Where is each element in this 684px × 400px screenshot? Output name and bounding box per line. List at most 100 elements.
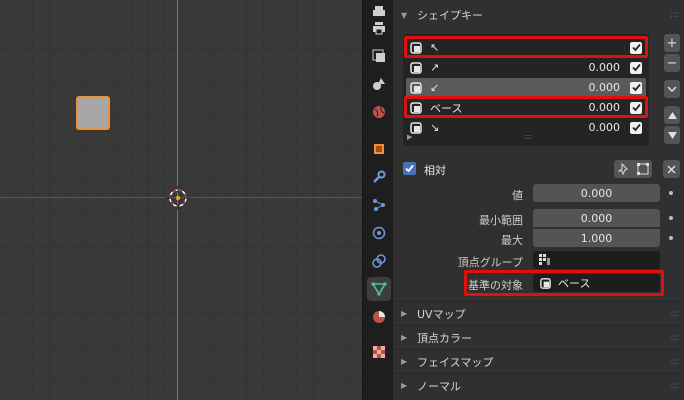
- move-down-button[interactable]: [664, 126, 680, 144]
- tab-scene[interactable]: [367, 72, 391, 96]
- object-square-icon: [374, 144, 384, 154]
- remove-shape-key-button[interactable]: −: [664, 54, 680, 72]
- shape-key-icon: [410, 101, 422, 114]
- max-field[interactable]: 1.000: [533, 229, 660, 247]
- face-maps-title: フェイスマップ: [417, 355, 494, 369]
- uv-maps-title: UVマップ: [417, 307, 466, 321]
- relative-checkbox[interactable]: [403, 162, 416, 175]
- shape-key-name[interactable]: ↙: [430, 81, 560, 94]
- shape-key-checkbox[interactable]: [630, 61, 642, 74]
- range-min-field[interactable]: 0.000: [533, 209, 660, 227]
- relative-label: 相対: [424, 164, 446, 177]
- pin-icon[interactable]: [617, 163, 630, 175]
- shape-key-row-0[interactable]: ↖: [406, 38, 646, 57]
- range-min-label: 最小範囲: [479, 214, 523, 227]
- shape-key-list[interactable]: ↖ ↗ 0.000 ↙ 0.000 ベース 0.000 ↘ 0.000 ▶::…: [403, 34, 649, 146]
- tab-world[interactable]: [367, 100, 391, 124]
- shape-key-value[interactable]: 0.000: [560, 101, 621, 114]
- physics-icon: [372, 226, 386, 240]
- scene-icon: [373, 78, 385, 90]
- expanded-triangle-icon: ▼: [401, 10, 408, 20]
- image-layers-icon: [372, 49, 385, 62]
- 3d-viewport[interactable]: [0, 0, 362, 400]
- collapsed-triangle-icon: ▶: [401, 333, 408, 342]
- shape-key-icon: [540, 277, 551, 289]
- shape-key-icon: [410, 61, 422, 74]
- drag-handle-icon[interactable]: ::::: [670, 381, 679, 391]
- keyframe-dot-icon[interactable]: [669, 191, 673, 195]
- shape-key-checkbox[interactable]: [630, 101, 642, 114]
- shape-keys-title: シェイプキー: [417, 9, 483, 22]
- tab-texture[interactable]: [367, 340, 391, 364]
- close-icon: [667, 165, 676, 173]
- face-maps-header[interactable]: ▶ フェイスマップ ::::: [393, 349, 684, 373]
- selected-mesh-object[interactable]: [76, 96, 110, 130]
- tab-object-data[interactable]: [367, 277, 391, 301]
- shape-key-row-3[interactable]: ベース 0.000: [406, 98, 646, 117]
- triangle-up-icon: [667, 111, 677, 119]
- drag-handle-icon[interactable]: ::::: [670, 309, 679, 319]
- tab-physics[interactable]: [367, 221, 391, 245]
- value-label: 値: [512, 189, 523, 202]
- keyframe-dot-icon[interactable]: [669, 216, 673, 220]
- drag-handle-icon[interactable]: ::::: [670, 10, 679, 20]
- 3d-cursor-icon[interactable]: [166, 186, 190, 210]
- clear-button[interactable]: [663, 160, 680, 178]
- shape-key-checkbox[interactable]: [630, 81, 642, 94]
- shape-key-row-2[interactable]: ↙ 0.000: [406, 78, 646, 97]
- uv-maps-header[interactable]: ▶ UVマップ ::::: [393, 301, 684, 325]
- relative-to-value: ベース: [558, 277, 591, 290]
- shape-key-value[interactable]: 0.000: [560, 121, 621, 134]
- shape-key-checkbox[interactable]: [630, 41, 642, 54]
- shape-key-value[interactable]: 0.000: [560, 81, 621, 94]
- shape-key-name[interactable]: ↖: [430, 41, 560, 54]
- keyframe-dot-icon[interactable]: [669, 236, 673, 240]
- relative-to-field[interactable]: ベース: [533, 274, 660, 292]
- collapsed-triangle-icon: ▶: [401, 309, 408, 318]
- edit-mode-icon[interactable]: [636, 163, 649, 175]
- chevron-down-icon: [667, 86, 677, 92]
- printer-icon: [373, 22, 385, 35]
- triangle-down-icon: [667, 131, 677, 139]
- shape-key-name[interactable]: ↘: [430, 121, 560, 134]
- value-field[interactable]: 0.000: [533, 184, 660, 202]
- collapsed-triangle-icon: ▶: [401, 357, 408, 366]
- move-up-button[interactable]: [664, 106, 680, 124]
- properties-tab-strip: [362, 0, 393, 400]
- shape-key-name[interactable]: ↗: [430, 61, 560, 74]
- shape-keys-header[interactable]: ▼ シェイプキー ::::: [393, 3, 684, 27]
- vertex-group-field[interactable]: [533, 251, 660, 269]
- shape-key-value[interactable]: 0.000: [560, 61, 621, 74]
- particles-icon: [373, 199, 385, 211]
- tab-particles[interactable]: [367, 193, 391, 217]
- list-footer: ▶ ::::: [406, 132, 646, 146]
- normals-header[interactable]: ▶ ノーマル ::::: [393, 373, 684, 397]
- shape-key-checkbox[interactable]: [630, 121, 642, 134]
- relative-to-label: 基準の対象: [468, 279, 523, 292]
- normals-title: ノーマル: [417, 379, 461, 393]
- tab-output-properties[interactable]: [367, 16, 391, 40]
- checkmark-icon: [631, 83, 641, 92]
- checkmark-icon: [631, 63, 641, 72]
- list-filter-triangle-icon[interactable]: ▶: [407, 133, 412, 141]
- shape-key-specials-button[interactable]: [664, 80, 680, 98]
- drag-handle-icon[interactable]: ::::: [670, 333, 679, 343]
- list-resize-handle-icon[interactable]: ::::: [524, 132, 532, 141]
- tab-view-layer[interactable]: [367, 44, 391, 68]
- constraint-icon: [372, 254, 386, 268]
- properties-panel: ▼ シェイプキー :::: ↖ ↗ 0.000 ↙ 0.000 ベース 0.00…: [393, 0, 684, 400]
- drag-handle-icon[interactable]: ::::: [670, 357, 679, 367]
- vertex-colors-header[interactable]: ▶ 頂点カラー ::::: [393, 325, 684, 349]
- tab-modifiers[interactable]: [367, 165, 391, 189]
- pin-toggle-group[interactable]: [614, 160, 652, 178]
- shape-key-row-1[interactable]: ↗ 0.000: [406, 58, 646, 77]
- shape-key-name[interactable]: ベース: [430, 100, 560, 116]
- tab-material[interactable]: [367, 305, 391, 329]
- checkmark-icon: [631, 43, 641, 52]
- add-shape-key-button[interactable]: +: [664, 34, 680, 52]
- tab-constraints[interactable]: [367, 249, 391, 273]
- shape-key-icon: [410, 81, 422, 94]
- checkmark-icon: [631, 103, 641, 112]
- tab-object[interactable]: [367, 137, 391, 161]
- material-sphere-icon: [373, 311, 385, 323]
